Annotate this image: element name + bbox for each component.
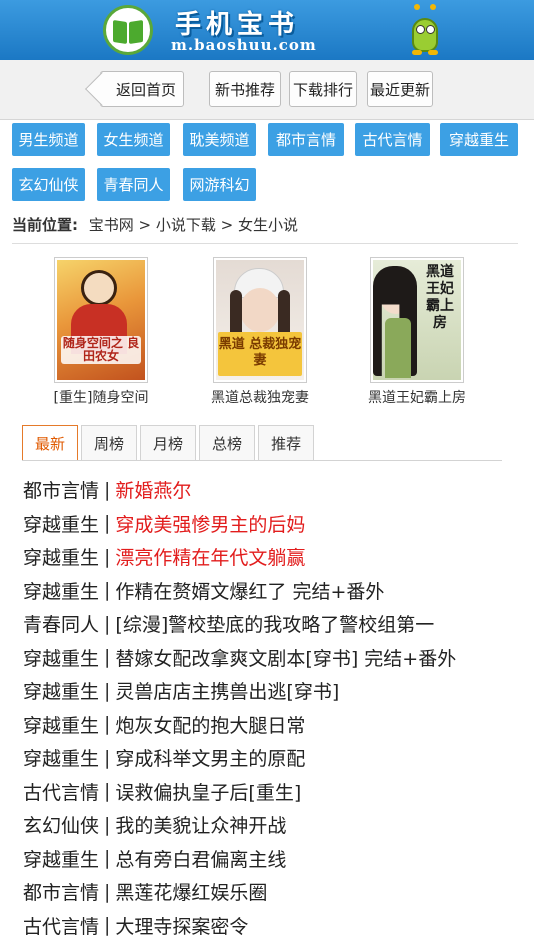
category-ancient[interactable]: 古代言情 xyxy=(355,123,430,156)
separator: | xyxy=(104,579,111,602)
list-item[interactable]: 穿越重生 | 穿成科举文男主的原配 xyxy=(23,741,528,775)
separator: | xyxy=(104,780,111,803)
book-cover[interactable]: 黑道 总裁独宠妻 xyxy=(213,257,307,383)
category-scifi[interactable]: 网游科幻 xyxy=(183,168,256,201)
ranking-tabs: 最新 周榜 月榜 总榜 推荐 xyxy=(22,425,317,461)
breadcrumb-path[interactable]: 宝书网 > 小说下载 > 女生小说 xyxy=(89,216,298,234)
category-time-travel[interactable]: 穿越重生 xyxy=(440,123,518,156)
download-rank-button[interactable]: 下载排行 xyxy=(289,71,357,107)
book-title[interactable]: 黑道王妃霸上房 xyxy=(366,387,468,407)
book-cover[interactable]: 随身空间之 良田农女 xyxy=(54,257,148,383)
list-item[interactable]: 穿越重生 | 作精在赘婿文爆红了 完结+番外 xyxy=(23,574,528,608)
tab-recommend[interactable]: 推荐 xyxy=(258,425,315,461)
list-item-category[interactable]: 古代言情 xyxy=(23,912,99,939)
list-item-title[interactable]: 穿成科举文男主的原配 xyxy=(115,744,305,771)
list-item[interactable]: 穿越重生 | 炮灰女配的抱大腿日常 xyxy=(23,708,528,742)
tab-monthly[interactable]: 月榜 xyxy=(140,425,197,461)
list-item-title[interactable]: 漂亮作精在年代文躺赢 xyxy=(115,543,305,570)
list-item-category[interactable]: 穿越重生 xyxy=(23,744,99,771)
book-cover[interactable]: 黑道王妃 霸上房 xyxy=(370,257,464,383)
list-item[interactable]: 青春同人 | [综漫]警校垫底的我攻略了警校组第一 xyxy=(23,607,528,641)
book-list: 都市言情 | 新婚燕尔 穿越重生 | 穿成美强惨男主的后妈 穿越重生 | 漂亮作精在年代文躺赢穿… xyxy=(23,473,528,942)
category-urban[interactable]: 都市言情 xyxy=(268,123,344,156)
site-url: m.baoshuu.com xyxy=(171,36,317,54)
list-item-title[interactable]: 大理寺探案密令 xyxy=(115,912,248,939)
nav-bar: 返回首页 新书推荐 下载排行 最近更新 xyxy=(0,60,534,120)
separator: | xyxy=(104,545,111,568)
featured-book[interactable]: 随身空间之 良田农女 [重生]随身空间 xyxy=(48,257,154,407)
list-item-title[interactable]: 穿成美强惨男主的后妈 xyxy=(115,510,305,537)
separator: | xyxy=(104,813,111,836)
list-item-title[interactable]: 灵兽店店主携兽出逃[穿书] xyxy=(115,677,339,704)
list-item[interactable]: 穿越重生 | 穿成美强惨男主的后妈 xyxy=(23,507,528,541)
breadcrumb-label: 当前位置: xyxy=(12,216,78,234)
tab-latest[interactable]: 最新 xyxy=(22,425,79,461)
list-item[interactable]: 穿越重生 | 替嫁女配改拿爽文剧本[穿书] 完结+番外 xyxy=(23,641,528,675)
list-item[interactable]: 穿越重生 | 总有旁白君偏离主线 xyxy=(23,842,528,876)
book-logo-icon[interactable] xyxy=(103,5,153,55)
separator: | xyxy=(104,612,111,635)
list-item-category[interactable]: 穿越重生 xyxy=(23,711,99,738)
category-male[interactable]: 男生频道 xyxy=(12,123,85,156)
site-header: 手机宝书 m.baoshuu.com xyxy=(0,0,534,60)
list-item-category[interactable]: 穿越重生 xyxy=(23,577,99,604)
list-item-title[interactable]: 黑莲花爆红娱乐圈 xyxy=(115,878,267,905)
featured-book[interactable]: 黑道王妃 霸上房 黑道王妃霸上房 xyxy=(366,257,468,407)
separator: | xyxy=(104,847,111,870)
list-item[interactable]: 都市言情 | 黑莲花爆红娱乐圈 xyxy=(23,875,528,909)
list-item[interactable]: 都市言情 | 新婚燕尔 xyxy=(23,473,528,507)
list-item[interactable]: 古代言情 | 误救偏执皇子后[重生] xyxy=(23,775,528,809)
book-title[interactable]: [重生]随身空间 xyxy=(48,387,154,407)
separator: | xyxy=(104,646,111,669)
list-item[interactable]: 穿越重生 | 漂亮作精在年代文躺赢 xyxy=(23,540,528,574)
list-item[interactable]: 玄幻仙侠 | 我的美貌让众神开战 xyxy=(23,808,528,842)
recent-updates-button[interactable]: 最近更新 xyxy=(367,71,433,107)
list-item-category[interactable]: 玄幻仙侠 xyxy=(23,811,99,838)
list-item-category[interactable]: 青春同人 xyxy=(23,610,99,637)
list-item-title[interactable]: 炮灰女配的抱大腿日常 xyxy=(115,711,305,738)
cover-text: 黑道 总裁独宠妻 xyxy=(218,332,302,376)
list-item-category[interactable]: 穿越重生 xyxy=(23,845,99,872)
divider xyxy=(12,243,518,244)
list-item-category[interactable]: 穿越重生 xyxy=(23,644,99,671)
category-female[interactable]: 女生频道 xyxy=(97,123,170,156)
category-youth[interactable]: 青春同人 xyxy=(97,168,170,201)
list-item-category[interactable]: 都市言情 xyxy=(23,476,99,503)
featured-book[interactable]: 黑道 总裁独宠妻 黑道总裁独宠妻 xyxy=(200,257,320,407)
divider xyxy=(22,460,502,461)
separator: | xyxy=(104,478,111,501)
list-item-category[interactable]: 穿越重生 xyxy=(23,677,99,704)
list-item[interactable]: 穿越重生 | 灵兽店店主携兽出逃[穿书] xyxy=(23,674,528,708)
list-item-title[interactable]: 作精在赘婿文爆红了 完结+番外 xyxy=(115,577,384,604)
new-books-button[interactable]: 新书推荐 xyxy=(209,71,281,107)
separator: | xyxy=(104,512,111,535)
breadcrumb: 当前位置: 宝书网 > 小说下载 > 女生小说 xyxy=(12,214,298,235)
list-item-category[interactable]: 穿越重生 xyxy=(23,543,99,570)
cover-text: 随身空间之 良田农女 xyxy=(61,336,141,364)
list-item-title[interactable]: 我的美貌让众神开战 xyxy=(115,811,286,838)
separator: | xyxy=(104,746,111,769)
list-item-category[interactable]: 古代言情 xyxy=(23,778,99,805)
back-home-button[interactable]: 返回首页 xyxy=(100,71,184,107)
tab-total[interactable]: 总榜 xyxy=(199,425,256,461)
list-item-title[interactable]: 误救偏执皇子后[重生] xyxy=(115,778,301,805)
list-item-category[interactable]: 都市言情 xyxy=(23,878,99,905)
separator: | xyxy=(104,880,111,903)
separator: | xyxy=(104,914,111,937)
list-item-category[interactable]: 穿越重生 xyxy=(23,510,99,537)
tab-weekly[interactable]: 周榜 xyxy=(81,425,138,461)
list-item-title[interactable]: 替嫁女配改拿爽文剧本[穿书] 完结+番外 xyxy=(115,644,456,671)
separator: | xyxy=(104,713,111,736)
category-danmei[interactable]: 耽美频道 xyxy=(183,123,256,156)
separator: | xyxy=(104,679,111,702)
list-item-title[interactable]: 总有旁白君偏离主线 xyxy=(115,845,286,872)
category-fantasy[interactable]: 玄幻仙侠 xyxy=(12,168,85,201)
list-item-title[interactable]: 新婚燕尔 xyxy=(115,476,191,503)
cover-text: 黑道王妃 霸上房 xyxy=(426,264,454,331)
list-item-title[interactable]: [综漫]警校垫底的我攻略了警校组第一 xyxy=(115,610,434,637)
book-title[interactable]: 黑道总裁独宠妻 xyxy=(200,387,320,407)
list-item[interactable]: 古代言情 | 大理寺探案密令 xyxy=(23,909,528,943)
frog-mascot-icon xyxy=(410,4,440,56)
